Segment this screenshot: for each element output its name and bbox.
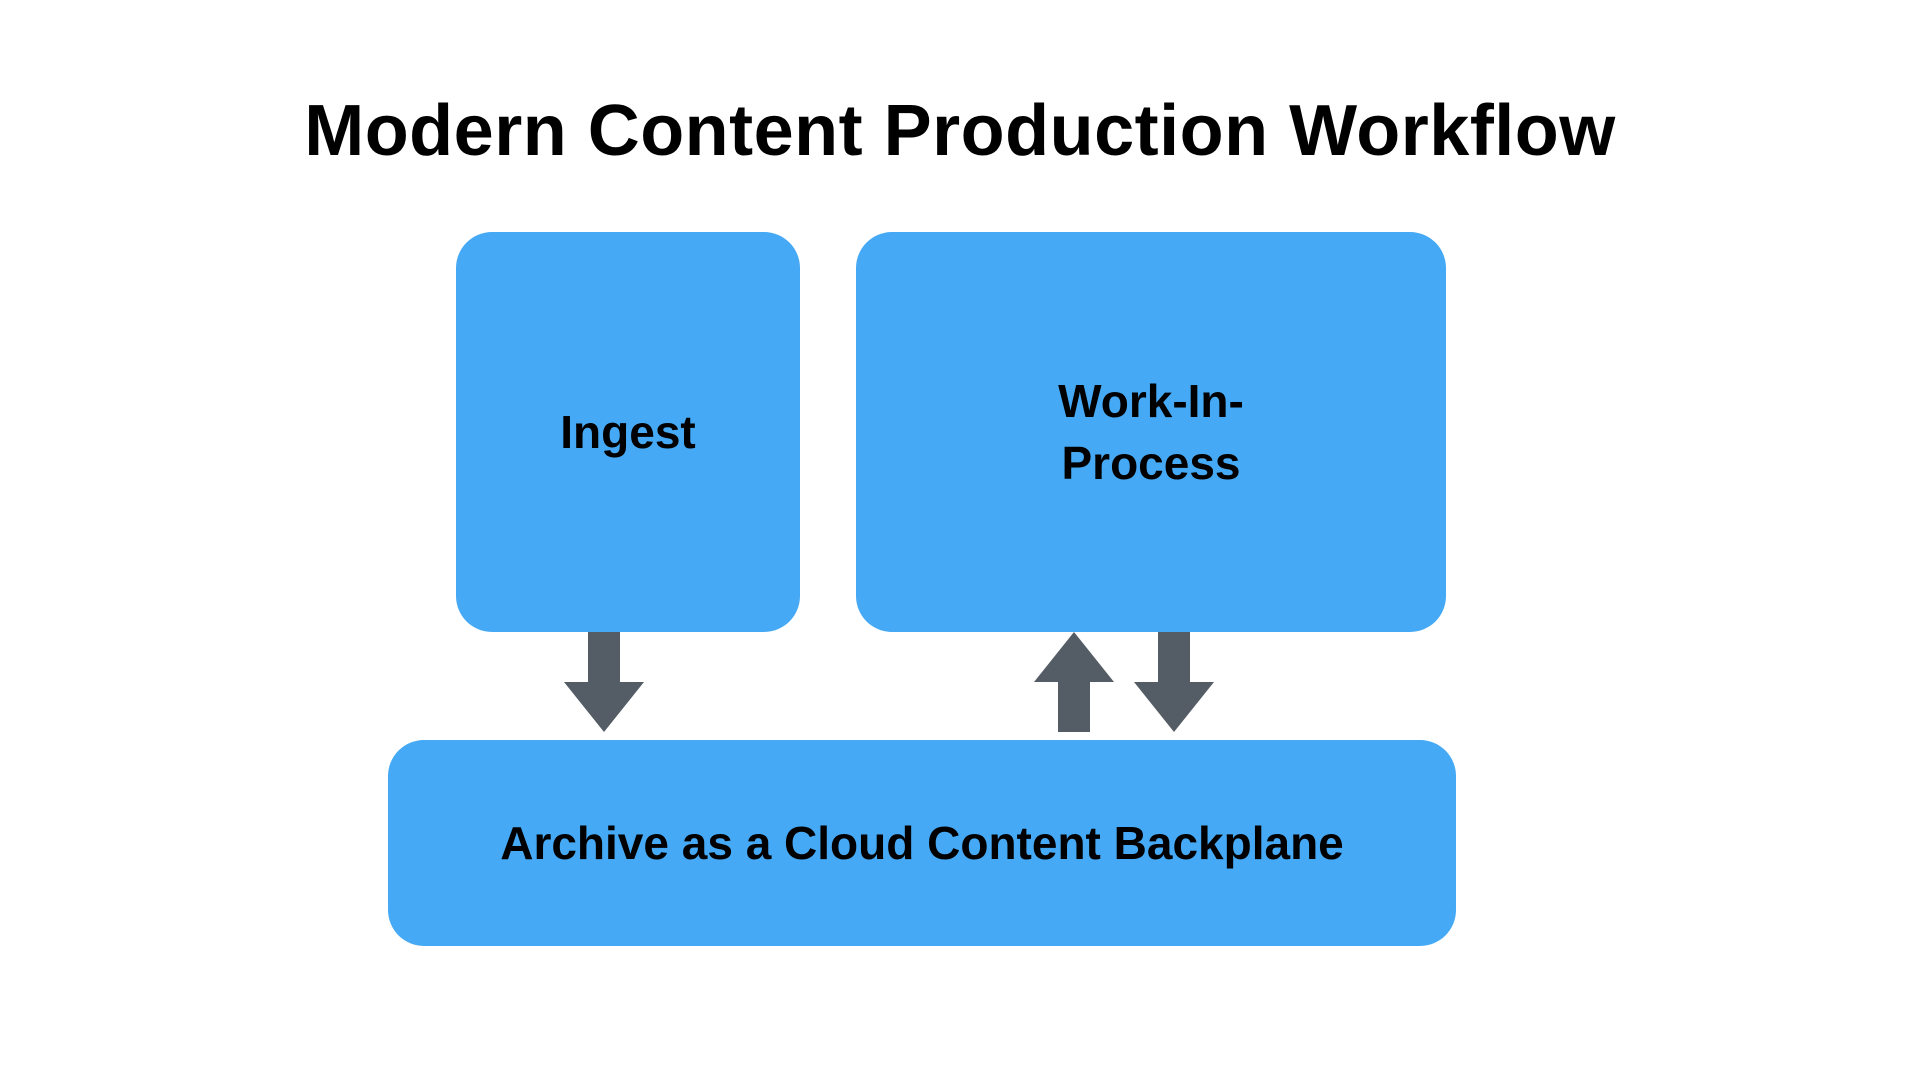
- diagram-canvas: Modern Content Production Workflow Inges…: [0, 0, 1920, 1080]
- node-archive: Archive as a Cloud Content Backplane: [388, 740, 1456, 946]
- arrow-down-icon: [1134, 632, 1214, 732]
- node-ingest: Ingest: [456, 232, 800, 632]
- arrow-down-icon: [564, 632, 644, 732]
- node-work-in-process: Work-In-Process: [856, 232, 1446, 632]
- node-archive-label: Archive as a Cloud Content Backplane: [500, 812, 1344, 874]
- node-wip-label: Work-In-Process: [1058, 370, 1244, 494]
- arrow-up-icon: [1034, 632, 1114, 732]
- diagram-title: Modern Content Production Workflow: [0, 90, 1920, 172]
- node-ingest-label: Ingest: [560, 401, 695, 463]
